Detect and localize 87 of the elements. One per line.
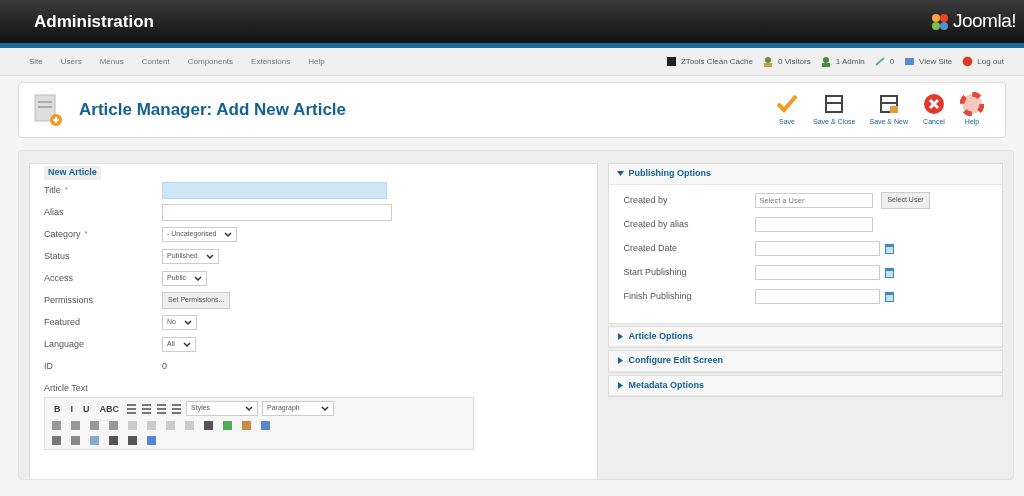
editor-tool-icon	[108, 435, 119, 446]
format-button[interactable]: U	[80, 401, 93, 416]
status-link[interactable]: 0	[889, 55, 895, 68]
field-label: Access	[44, 271, 73, 285]
date-field[interactable]	[755, 265, 881, 280]
article-add-icon	[33, 93, 63, 127]
date-field[interactable]	[755, 289, 881, 304]
editor-tool-icon	[146, 435, 157, 446]
header-title: Administration	[34, 10, 154, 33]
editor-tool-icon	[127, 420, 138, 431]
logo-icon	[930, 12, 949, 31]
monitor-icon	[904, 56, 916, 67]
caret-icon	[224, 231, 233, 238]
panel-header[interactable]: Article Options	[609, 326, 1002, 347]
field-label: Title	[44, 183, 61, 197]
format-button[interactable]: I	[67, 401, 76, 416]
editor-tool-icon	[146, 420, 157, 431]
caret-icon	[182, 341, 191, 348]
required-mark: *	[84, 227, 88, 240]
page-title: Article Manager: Add New Article	[79, 99, 347, 122]
editor-tool-icon	[165, 420, 176, 431]
field-label: ID	[44, 359, 53, 373]
panel-header[interactable]: Publishing Options	[609, 164, 1002, 185]
align-icon	[141, 403, 152, 414]
field-label: Article Text	[44, 381, 89, 395]
editor-tool-icon	[89, 435, 100, 446]
editor-tool-icon	[70, 420, 81, 431]
required-mark: *	[64, 183, 68, 196]
caret-icon	[194, 275, 203, 282]
format-button[interactable]: ABC	[96, 401, 122, 416]
field-label: Created by	[623, 193, 669, 207]
field-label: Featured	[44, 315, 81, 329]
help-icon	[960, 92, 984, 117]
pencil-icon	[874, 56, 886, 67]
field-label: Finish Publishing	[623, 289, 693, 303]
menu-item[interactable]: Extensions	[242, 55, 300, 68]
input-field[interactable]	[162, 204, 392, 221]
status-link[interactable]: Log out	[977, 55, 1004, 68]
status-link[interactable]: 0 Visitors	[777, 55, 811, 68]
user-icon	[762, 56, 774, 67]
field-label: Category	[44, 227, 81, 241]
align-icon	[126, 403, 137, 414]
editor-tool-icon	[70, 435, 81, 446]
input-field[interactable]	[162, 182, 387, 199]
cancel-icon	[922, 92, 946, 117]
editor-tool-icon	[108, 420, 119, 431]
editor-tool-icon	[127, 435, 138, 446]
user-icon	[820, 56, 832, 67]
caret-icon	[205, 253, 214, 260]
menu-item[interactable]: Content	[132, 55, 179, 68]
editor-tool-icon	[222, 420, 233, 431]
menu-item[interactable]: Menus	[90, 55, 133, 68]
editor-tool-icon	[203, 420, 214, 431]
cache-icon	[665, 56, 677, 67]
caret-icon	[245, 405, 253, 412]
caret-icon	[321, 405, 329, 412]
menu-item[interactable]: Site	[20, 55, 52, 68]
input-field[interactable]	[755, 217, 874, 232]
caret-icon	[183, 319, 192, 326]
menu-item[interactable]: Components	[178, 55, 243, 68]
status-link[interactable]: ZTools Clean Cache	[680, 55, 753, 68]
field-label: Created by alias	[623, 217, 690, 231]
field-label: Created Date	[623, 241, 678, 255]
field-label: Permissions	[44, 293, 93, 307]
field-value: 0	[162, 359, 168, 373]
date-field[interactable]	[755, 241, 881, 256]
menu-item[interactable]: Help	[299, 55, 334, 68]
menu-item[interactable]: Users	[51, 55, 91, 68]
field-label: Language	[44, 337, 85, 351]
align-icon	[156, 403, 167, 414]
panel-header[interactable]: Configure Edit Screen	[609, 351, 1002, 372]
fieldset-legend: New Article	[44, 166, 101, 180]
format-button[interactable]: B	[51, 401, 64, 416]
panel-header[interactable]: Metadata Options	[609, 375, 1002, 396]
editor-tool-icon	[51, 420, 62, 431]
field-label: Alias	[44, 205, 64, 219]
status-link[interactable]: View Site	[919, 55, 953, 68]
editor-tool-icon	[184, 420, 195, 431]
field-label: Start Publishing	[623, 265, 688, 279]
editor-tool-icon	[51, 435, 62, 446]
editor-tool-icon	[260, 420, 271, 431]
status-link[interactable]: 1 Admin	[835, 55, 865, 68]
logo-text: Joomla!	[952, 9, 1016, 34]
align-icon	[171, 403, 182, 414]
editor-tool-icon	[241, 420, 252, 431]
field-label: Status	[44, 249, 70, 263]
editor-tool-icon	[89, 420, 100, 431]
